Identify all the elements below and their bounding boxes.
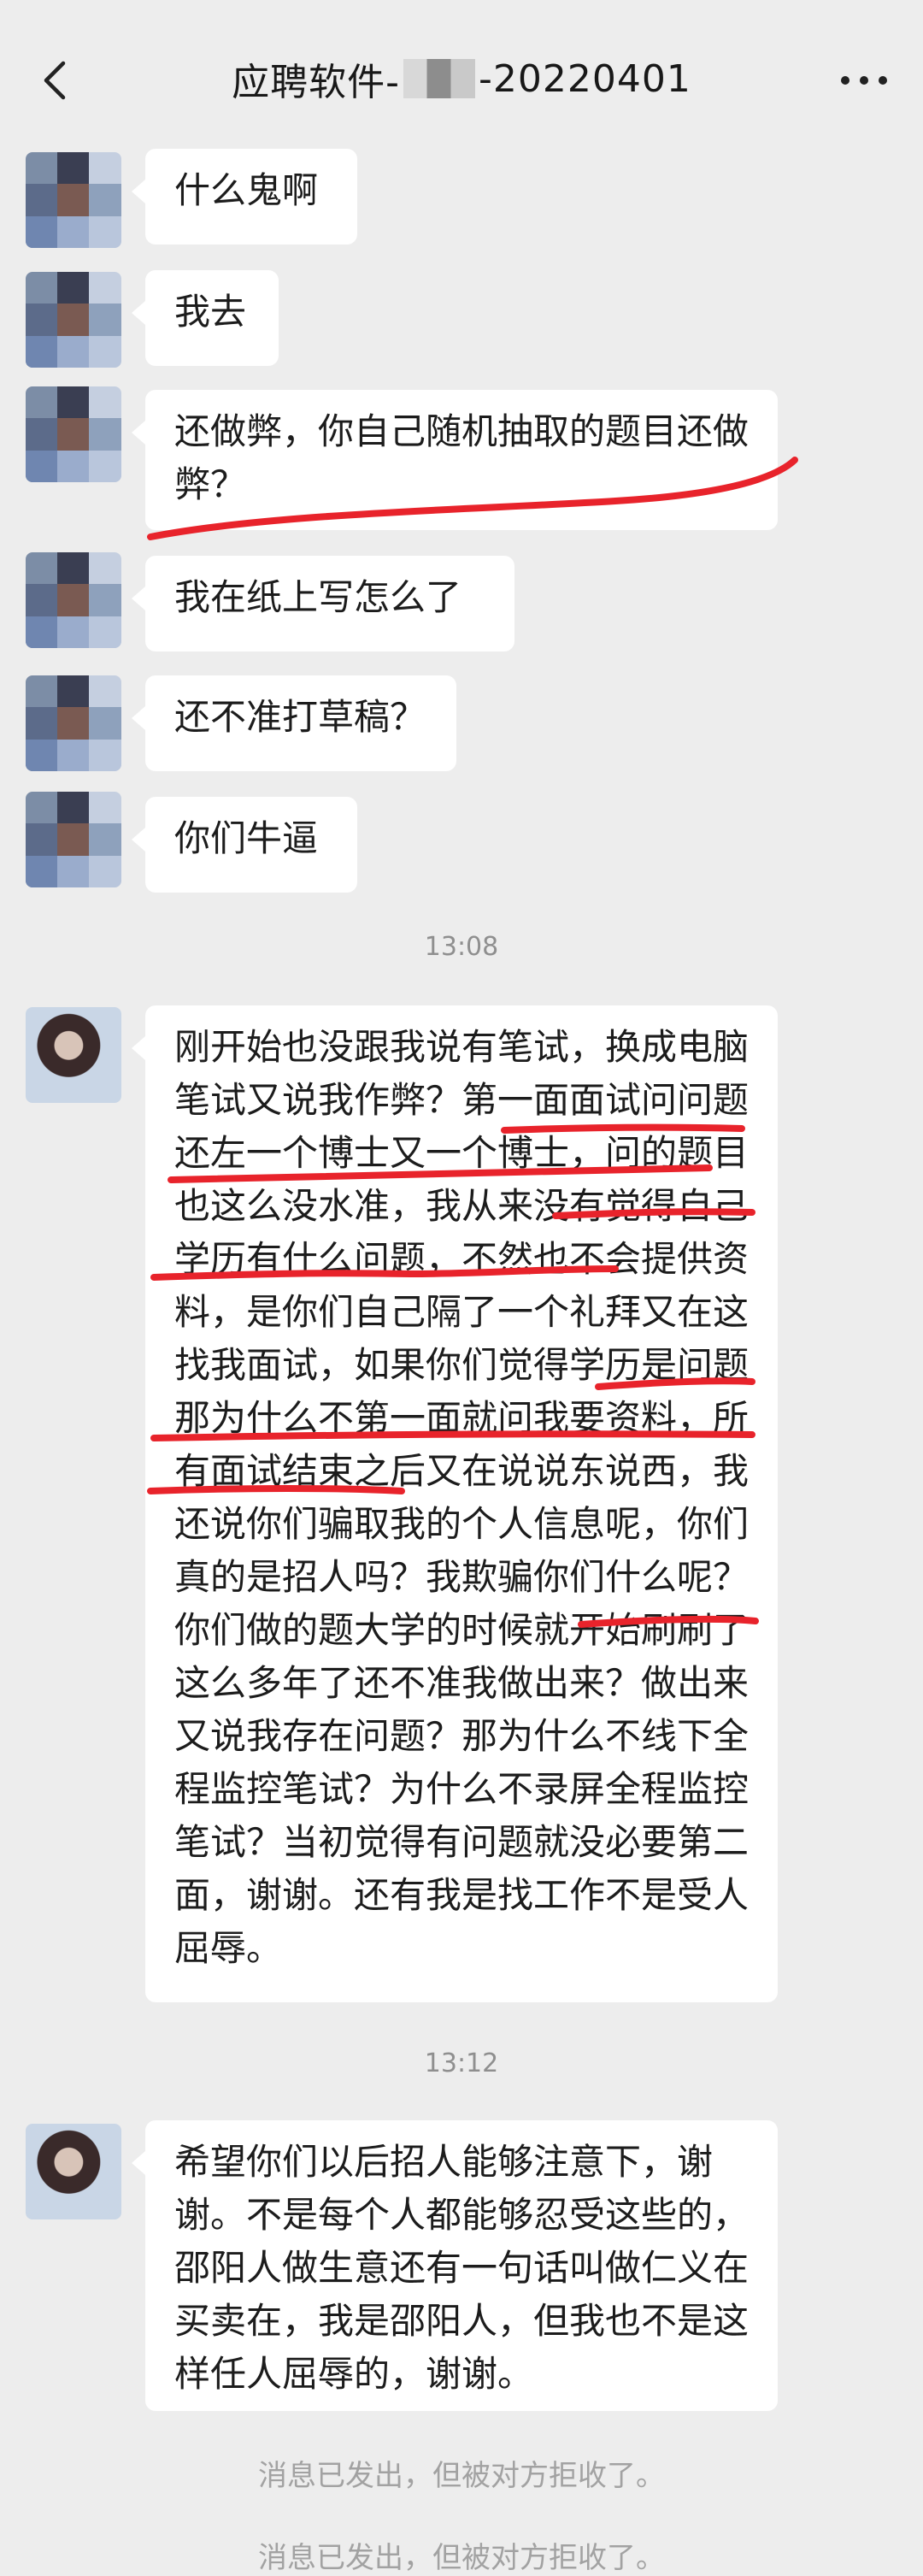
contact-avatar[interactable]	[26, 675, 121, 771]
chat-title-suffix: -20220401	[479, 56, 691, 101]
chevron-left-icon	[44, 61, 66, 100]
message-bubble[interactable]: 还做弊，你自己随机抽取的题目还做弊？	[132, 390, 778, 530]
redacted-name	[403, 59, 476, 98]
timestamp: 13:12	[424, 2048, 499, 2078]
message-bubble[interactable]: 我去	[132, 270, 279, 366]
contact-avatar[interactable]	[26, 2124, 121, 2219]
message-bubble[interactable]: 希望你们以后招人能够注意下，谢谢。不是每个人都能够忍受这些的，邵阳人做生意还有一…	[132, 2120, 778, 2411]
message-bubble[interactable]: 你们牛逼	[132, 797, 357, 893]
contact-avatar[interactable]	[26, 1007, 121, 1103]
chat-header: 应聘软件- -20220401	[0, 0, 923, 154]
back-button[interactable]	[29, 55, 80, 106]
timestamp: 13:08	[424, 932, 499, 962]
contact-avatar[interactable]	[26, 152, 121, 248]
system-notice: 消息已发出，但被对方拒收了。	[258, 2541, 665, 2575]
message-bubble[interactable]: 刚开始也没跟我说有笔试，换成电脑笔试又说我作弊？第一面面试问问题还左一个博士又一…	[132, 1005, 778, 2002]
contact-avatar[interactable]	[26, 552, 121, 648]
chat-title-prefix: 应聘软件-	[232, 61, 401, 104]
more-dots-icon	[841, 76, 887, 85]
contact-avatar[interactable]	[26, 386, 121, 482]
system-notice: 消息已发出，但被对方拒收了。	[258, 2459, 665, 2493]
more-button[interactable]	[834, 55, 894, 106]
contact-avatar[interactable]	[26, 792, 121, 887]
message-bubble[interactable]: 什么鬼啊	[132, 149, 357, 245]
message-bubble[interactable]: 我在纸上写怎么了	[132, 556, 514, 651]
chat-title: 应聘软件- -20220401	[128, 51, 795, 106]
contact-avatar[interactable]	[26, 272, 121, 368]
message-bubble[interactable]: 还不准打草稿？	[132, 675, 456, 771]
